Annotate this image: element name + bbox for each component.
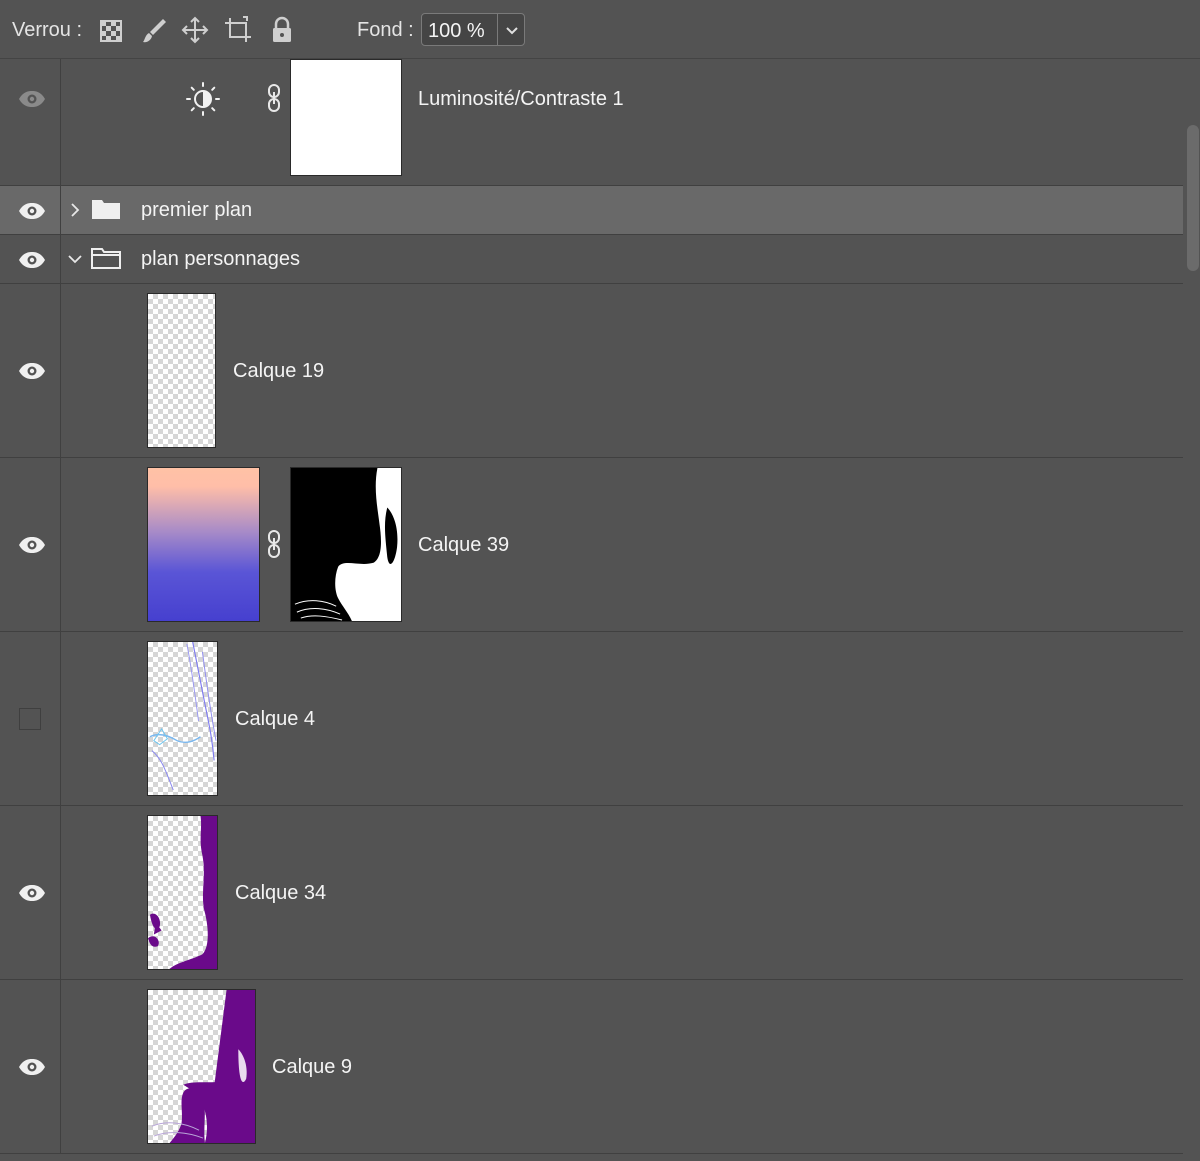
- lock-transparent-pixels-icon[interactable]: [96, 14, 126, 46]
- layer-mask-thumbnail[interactable]: [290, 59, 402, 176]
- eye-icon[interactable]: [18, 1058, 46, 1076]
- visibility-column: [0, 980, 61, 1153]
- layer-name[interactable]: Calque 39: [418, 534, 509, 557]
- fill-opacity-field[interactable]: 100 %: [421, 13, 525, 46]
- layer-name[interactable]: Calque 34: [235, 882, 326, 905]
- layer-thumbnail[interactable]: [147, 815, 218, 970]
- layer-thumbnail[interactable]: [147, 293, 216, 448]
- layers-lock-toolbar: Verrou : Fond: 100 %: [0, 0, 1200, 59]
- eye-icon[interactable]: [18, 536, 46, 554]
- folder-icon: [91, 198, 121, 220]
- layer-mask-thumbnail[interactable]: [290, 467, 402, 622]
- open-folder-icon: [91, 247, 121, 269]
- fill-field-divider: [497, 14, 498, 45]
- layer-row[interactable]: Luminosité/Contraste 1: [0, 59, 1183, 186]
- layers-scrollbar[interactable]: [1183, 59, 1200, 1161]
- chevron-down-icon[interactable]: [502, 20, 522, 40]
- fill-opacity-value[interactable]: 100 %: [428, 20, 485, 43]
- chain-link-icon[interactable]: [266, 83, 282, 113]
- chain-link-icon[interactable]: [266, 529, 282, 559]
- lock-position-icon[interactable]: [180, 14, 210, 46]
- layer-name[interactable]: Calque 19: [233, 360, 324, 383]
- eye-icon[interactable]: [18, 202, 46, 220]
- layer-row[interactable]: premier plan: [0, 186, 1183, 235]
- lock-image-pixels-icon[interactable]: [139, 14, 169, 46]
- visibility-toggle-off[interactable]: [19, 708, 41, 730]
- layer-name[interactable]: Calque 9: [272, 1056, 352, 1079]
- visibility-column: [0, 806, 61, 979]
- layer-name[interactable]: Calque 4: [235, 708, 315, 731]
- eye-icon[interactable]: [18, 251, 46, 269]
- chevron-right-icon[interactable]: [67, 202, 83, 218]
- brightness-contrast-icon: [185, 81, 221, 117]
- scrollbar-thumb[interactable]: [1187, 125, 1199, 271]
- eye-icon[interactable]: [18, 90, 46, 108]
- layer-name[interactable]: Luminosité/Contraste 1: [418, 88, 624, 111]
- lock-label: Verrou :: [12, 19, 83, 41]
- visibility-column: [0, 235, 61, 283]
- layer-thumbnail[interactable]: [147, 641, 218, 796]
- lock-artboard-icon[interactable]: [223, 14, 253, 46]
- layer-row[interactable]: Calque 9: [0, 980, 1183, 1154]
- layers-list: Luminosité/Contraste 1 premier plan plan…: [0, 59, 1183, 1154]
- visibility-column: [0, 284, 61, 457]
- chevron-down-icon[interactable]: [67, 251, 83, 267]
- visibility-column: [0, 59, 61, 185]
- eye-icon[interactable]: [18, 362, 46, 380]
- layer-name[interactable]: plan personnages: [141, 248, 300, 271]
- layer-row[interactable]: plan personnages: [0, 235, 1183, 284]
- eye-icon[interactable]: [18, 884, 46, 902]
- fill-label: Fond :: [357, 19, 414, 41]
- layer-row[interactable]: Calque 4: [0, 632, 1183, 806]
- layer-row[interactable]: Calque 39: [0, 458, 1183, 632]
- visibility-column: [0, 632, 61, 805]
- lock-all-icon[interactable]: [267, 14, 297, 46]
- layer-row[interactable]: Calque 19: [0, 284, 1183, 458]
- visibility-column: [0, 458, 61, 631]
- visibility-column: [0, 186, 61, 234]
- layer-row[interactable]: Calque 34: [0, 806, 1183, 980]
- layer-thumbnail[interactable]: [147, 989, 256, 1144]
- layer-name[interactable]: premier plan: [141, 199, 252, 222]
- gradient-fill-thumbnail[interactable]: [147, 467, 260, 622]
